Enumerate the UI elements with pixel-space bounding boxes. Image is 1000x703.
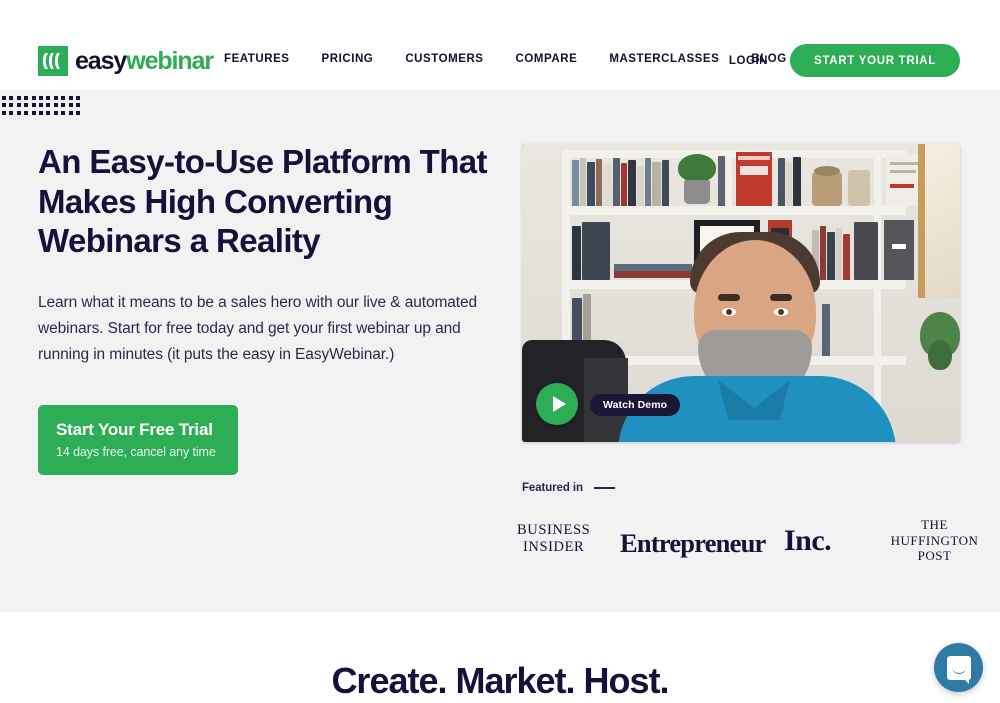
hero-copy: An Easy-to-Use Platform That Makes High … <box>38 142 508 475</box>
start-free-trial-button[interactable]: Start Your Free Trial 14 days free, canc… <box>38 404 238 475</box>
business-insider-line1: BUSINESS <box>517 522 591 538</box>
section-heading-create-market-host: Create. Market. Host. <box>331 660 669 701</box>
demo-video-thumbnail[interactable]: Watch Demo <box>522 144 960 442</box>
press-logos: BUSINESS INSIDER Entrepreneur Inc. THE H… <box>512 512 982 572</box>
login-link[interactable]: LOGIN <box>729 55 768 67</box>
play-triangle-icon <box>552 396 566 412</box>
chat-smile-icon <box>951 667 966 674</box>
featured-in-row: Featured in <box>522 482 962 494</box>
nav-link-pricing[interactable]: PRICING <box>322 53 374 65</box>
press-logo-inc: Inc. <box>784 524 832 557</box>
nav-link-masterclasses[interactable]: MASTERCLASSES <box>609 53 719 65</box>
chat-widget-button[interactable] <box>934 643 983 692</box>
huffington-line2: HUFFINGTON <box>890 532 979 548</box>
watch-demo-badge[interactable]: Watch Demo <box>590 394 681 416</box>
huffington-line1: THE <box>921 517 948 532</box>
nav-link-compare[interactable]: COMPARE <box>516 53 578 65</box>
cta-secondary-label: 14 days free, cancel any time <box>56 444 216 459</box>
hero-subtitle: Learn what it means to be a sales hero w… <box>38 293 478 363</box>
press-logo-business-insider: BUSINESS INSIDER <box>517 522 590 556</box>
chat-bubble-icon <box>946 655 971 684</box>
start-your-trial-button[interactable]: START YOUR TRIAL <box>790 44 960 77</box>
press-logo-entrepreneur: Entrepreneur <box>620 528 766 558</box>
logo[interactable]: easywebinar <box>38 44 214 78</box>
nav-link-customers[interactable]: CUSTOMERS <box>405 53 483 65</box>
page-root: easywebinar FEATURES PRICING CUSTOMERS C… <box>0 0 1000 703</box>
lower-section: Create. Market. Host. <box>0 612 1000 703</box>
huffington-line3: POST <box>917 548 952 563</box>
video-still-image <box>522 144 960 442</box>
hero-section: An Easy-to-Use Platform That Makes High … <box>0 90 1000 612</box>
nav-link-features[interactable]: FEATURES <box>224 53 290 65</box>
featured-in-label: Featured in <box>522 482 583 494</box>
play-button[interactable] <box>536 383 578 425</box>
logo-text-webinar: webinar <box>126 46 214 75</box>
featured-in-rule <box>593 487 615 489</box>
logo-text: easywebinar <box>75 46 214 75</box>
press-logo-huffington-post: THE HUFFINGTON POST <box>882 517 987 564</box>
dot-grid-decoration <box>2 96 83 118</box>
nav-links: FEATURES PRICING CUSTOMERS COMPARE MASTE… <box>224 53 787 65</box>
logo-text-easy: easy <box>75 46 127 75</box>
easywebinar-arcs-icon <box>38 46 68 76</box>
nav-actions: LOGIN START YOUR TRIAL <box>729 44 960 77</box>
page-title: An Easy-to-Use Platform That Makes High … <box>38 143 488 259</box>
top-navigation-bar: easywebinar FEATURES PRICING CUSTOMERS C… <box>0 0 1000 90</box>
cta-primary-label: Start Your Free Trial <box>56 419 213 439</box>
business-insider-line2: INSIDER <box>522 539 585 555</box>
